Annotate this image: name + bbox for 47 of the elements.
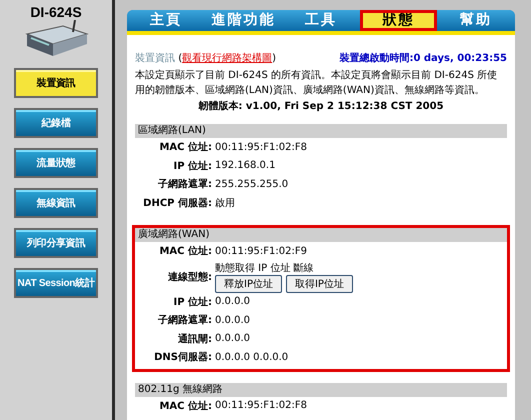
field-label: MAC 位址: (158, 244, 213, 258)
field-label: 子網路遮罩: (157, 177, 213, 192)
topology-link[interactable]: 觀看現行網路架構圖 (182, 53, 272, 64)
sidebar-button[interactable]: 裝置資訊 (14, 68, 98, 98)
nav-tab[interactable]: 工具 (282, 10, 360, 31)
section-header: 區域網路(LAN) (135, 124, 507, 138)
sidebar-button[interactable]: 無線資訊 (14, 188, 98, 218)
router-icon (23, 20, 89, 58)
sidebar-button[interactable]: 紀錄檔 (14, 108, 98, 138)
nav-tab[interactable]: 進階功能 (204, 10, 282, 31)
uptime-text: 裝置總啟動時間:0 days, 00:23:55 (339, 52, 507, 65)
firmware-version: 韌體版本: v1.00, Fri Sep 2 15:12:38 CST 2005 (197, 100, 445, 113)
sidebar-button[interactable]: NAT Session統計 (14, 268, 98, 298)
nav-tab[interactable]: 狀態 (360, 10, 438, 31)
field-label: IP 位址: (172, 296, 213, 309)
paren-close: ) (272, 53, 276, 64)
field-value: 00:11:95:F1:02:F8 (215, 400, 307, 412)
field-label: 通訊閘: (177, 332, 213, 346)
description-text: 本設定頁顯示了目前 DI-624S 的所有資訊。本設定頁將會顯示目前 DI-624S 所使用的韌體版本、區域網路(LAN)資訊、廣域網路(WAN)資訊、無線網路等資訊。 (135, 68, 498, 98)
field-value: 0.0.0.0 0.0.0.0 (215, 352, 288, 363)
section-header: 802.11g 無線網路 (135, 382, 507, 396)
field-label: MAC 位址: (158, 400, 213, 413)
field-label: 連線型態: (167, 270, 213, 284)
field-label: DNS伺服器: (153, 350, 213, 364)
action-button[interactable]: 釋放IP位址 (215, 274, 282, 292)
field-value: 255.255.255.0 (215, 178, 288, 190)
nav-tab[interactable]: 主頁 (127, 10, 205, 31)
nav-tab[interactable]: 幫助 (437, 10, 515, 31)
field-value: 動態取得 IP 位址 斷線 (215, 262, 315, 274)
field-value: 00:11:95:F1:02:F8 (215, 142, 307, 153)
field-value: 00:11:95:F1:02:F9 (215, 246, 307, 257)
section-title: 裝置資訊 (135, 53, 175, 64)
sidebar-button[interactable]: 流量狀態 (14, 148, 98, 178)
field-value: 0.0.0.0 (215, 296, 250, 308)
field-label: IP 位址: (172, 160, 213, 173)
field-label: MAC 位址: (158, 140, 213, 154)
section-header: 廣域網路(WAN) (135, 228, 507, 242)
field-value: 0.0.0.0 (215, 314, 250, 326)
sidebar-button[interactable]: 列印分享資訊 (14, 228, 98, 258)
field-label: 子網路遮罩: (157, 313, 213, 328)
field-value: 啟用 (215, 196, 235, 210)
field-value: 192.168.0.1 (215, 160, 276, 172)
product-model: DI-624S (30, 4, 82, 20)
field-label: DHCP 伺服器: (142, 196, 213, 210)
field-value: 0.0.0.0 (215, 333, 250, 344)
action-button[interactable]: 取得IP位址 (286, 274, 353, 292)
paren-open: ( (178, 53, 182, 64)
